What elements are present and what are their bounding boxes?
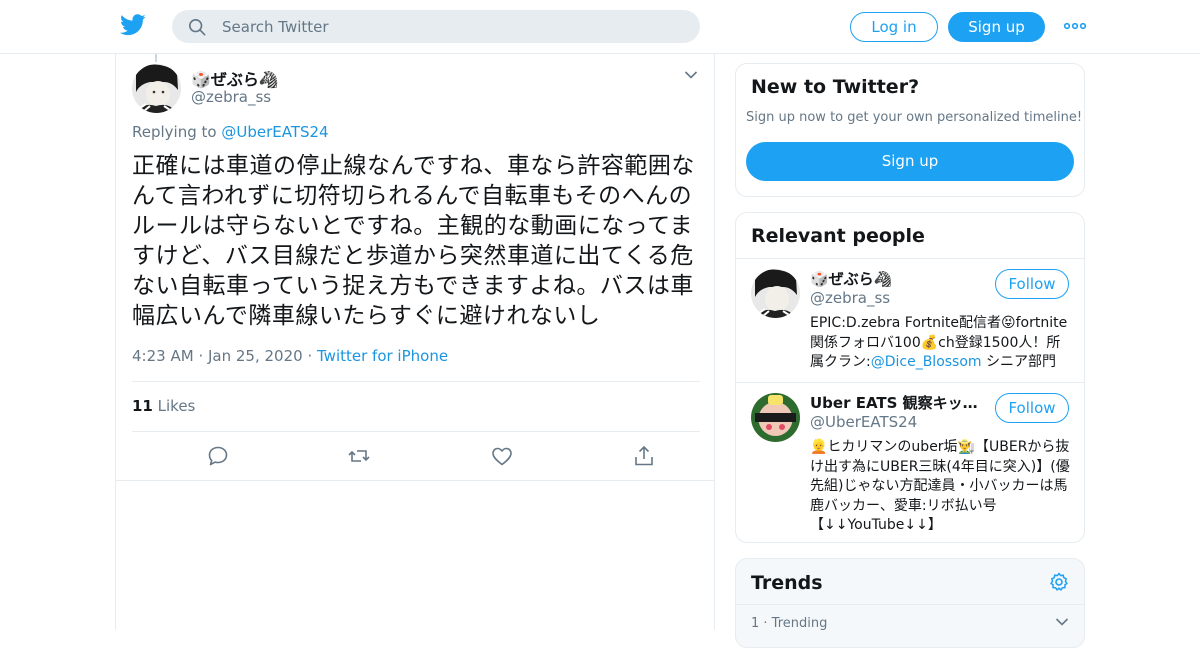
follow-button[interactable]: Follow (995, 269, 1069, 299)
trends-card: Trends 1 · Trending (735, 558, 1085, 648)
tweet-author-handle[interactable]: @zebra_ss (191, 88, 271, 106)
divider (132, 381, 700, 382)
chevron-down-icon[interactable] (684, 70, 698, 80)
new-to-twitter-subtitle: Sign up now to get your own personalized… (746, 110, 1083, 125)
likes-stat[interactable]: 11 Likes (132, 397, 195, 415)
tweet-actions (132, 432, 700, 480)
top-nav: Log in Sign up (0, 0, 1200, 54)
tweet-meta: 4:23 AM · Jan 25, 2020 · Twitter for iPh… (132, 347, 448, 365)
replying-prefix: Replying to (132, 123, 222, 141)
login-button[interactable]: Log in (850, 12, 938, 42)
person-item[interactable]: 🎲ぜぶら🦓 @zebra_ss Follow EPIC:D.zebra Fort… (736, 259, 1084, 381)
meta-separator: · (198, 347, 208, 365)
thread-connector (155, 54, 157, 62)
search-input[interactable] (222, 10, 682, 43)
divider (116, 480, 714, 481)
tweet-detail-column: 🎲ぜぶら🦓 @zebra_ss Replying to @UberEATS24 … (115, 54, 715, 630)
replying-to: Replying to @UberEATS24 (132, 123, 329, 141)
new-to-twitter-card: New to Twitter? Sign up now to get your … (735, 63, 1085, 197)
bio-mention-link[interactable]: @Dice_Blossom (871, 354, 982, 370)
replying-to-link[interactable]: @UberEATS24 (221, 123, 328, 141)
follow-button[interactable]: Follow (995, 393, 1069, 423)
bio-text: シニア部門 (981, 354, 1057, 370)
retweet-icon[interactable] (347, 444, 371, 468)
search-icon (188, 18, 206, 36)
signup-button[interactable]: Sign up (948, 12, 1045, 42)
reply-icon[interactable] (206, 444, 230, 468)
search-bar[interactable] (172, 10, 700, 43)
trends-title: Trends (751, 572, 823, 594)
person-handle[interactable]: @zebra_ss (810, 289, 890, 307)
person-handle[interactable]: @UberEATS24 (810, 413, 917, 431)
avatar[interactable] (132, 64, 181, 113)
likes-count: 11 (132, 397, 153, 415)
chevron-down-icon[interactable] (1055, 617, 1069, 627)
tweet-text: 正確には車道の停止線なんですね、車なら許容範囲なんて言われずに切符切られるんで自… (132, 153, 695, 329)
tweet-author-name[interactable]: 🎲ぜぶら🦓 (191, 66, 279, 90)
relevant-people-card: Relevant people 🎲ぜぶら🦓 @zebra_ss Follow E… (735, 212, 1085, 543)
bio-text: 👱ヒカリマンのuber垢👨‍🌾【UBERから抜け出す為にUBER三昧(4年目に突… (810, 439, 1070, 533)
avatar[interactable] (751, 269, 800, 318)
likes-label: Likes (157, 397, 196, 415)
new-to-twitter-title: New to Twitter? (751, 76, 920, 98)
divider (736, 604, 1084, 605)
tweet-time[interactable]: 4:23 AM (132, 347, 194, 365)
person-bio: 👱ヒカリマンのuber垢👨‍🌾【UBERから抜け出す為にUBER三昧(4年目に突… (810, 438, 1072, 536)
avatar[interactable] (751, 393, 800, 442)
person-bio: EPIC:D.zebra Fortnite配信者😝fortnite関係フォロバ1… (810, 314, 1072, 373)
trend-meta: 1 · Trending (751, 616, 828, 631)
relevant-people-title: Relevant people (751, 225, 925, 247)
gear-icon[interactable] (1049, 572, 1069, 592)
like-heart-icon[interactable] (490, 444, 514, 468)
tweet-date[interactable]: Jan 25, 2020 (208, 347, 303, 365)
person-item[interactable]: Uber EATS 観察キット(Hikaryman) @UberEATS24 F… (736, 383, 1084, 543)
person-name[interactable]: 🎲ぜぶら🦓 (810, 268, 988, 289)
share-icon[interactable] (632, 444, 656, 468)
person-name[interactable]: Uber EATS 観察キット(Hikaryman) (810, 392, 988, 413)
meta-separator: · (307, 347, 317, 365)
tweet-source[interactable]: Twitter for iPhone (317, 347, 448, 365)
signup-button-large[interactable]: Sign up (746, 142, 1074, 181)
twitter-bird-icon[interactable] (120, 13, 146, 37)
more-options-icon[interactable] (1064, 20, 1086, 32)
